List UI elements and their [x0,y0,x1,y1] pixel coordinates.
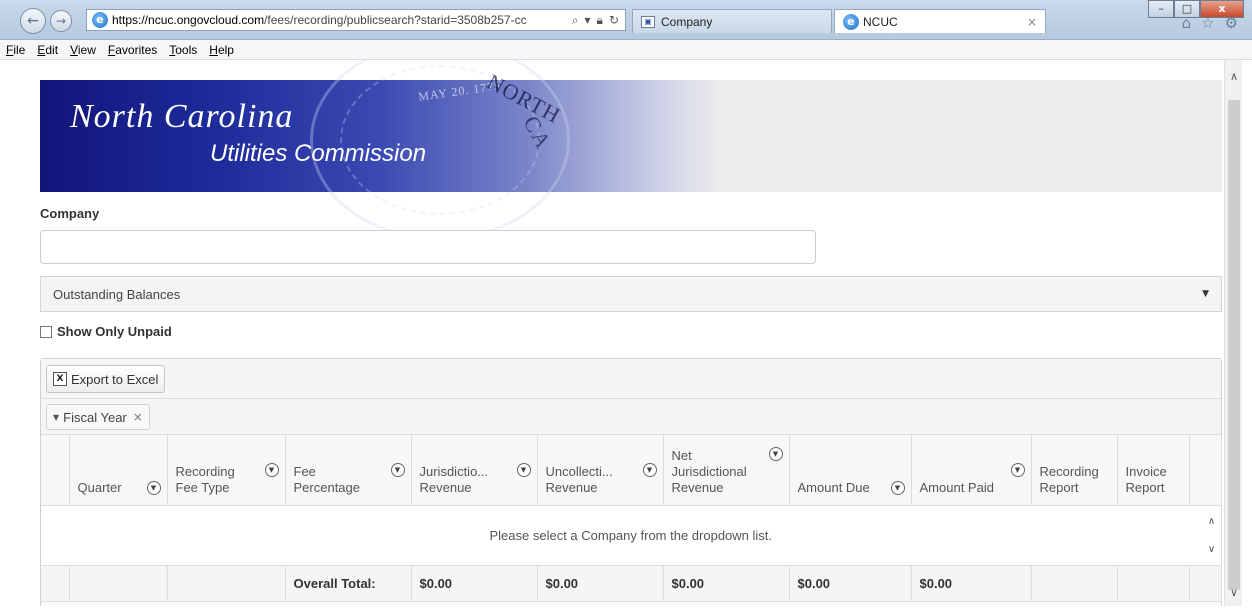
footer-row: Overall Total: $0.00 $0.00 $0.00 $0.00 $… [41,565,1222,602]
column-header-recording-report[interactable]: Recording Report [1031,435,1118,506]
filter-icon[interactable]: ▼ [768,447,783,461]
show-only-unpaid-label[interactable]: Show Only Unpaid [57,324,172,339]
refresh-icon[interactable]: ↻ [609,13,619,28]
forward-button[interactable]: → [50,10,72,32]
state-name-logo: North Carolina [70,98,294,135]
group-chip-fiscal-year[interactable]: ▼ Fiscal Year × [46,404,150,430]
footer-cell [1189,565,1222,602]
header-banner: MAY 20. 1775 NORTH CA North Carolina Uti… [40,60,1222,240]
scroll-up-icon[interactable]: ∧ [1225,68,1242,86]
column-header-fee-percentage[interactable]: Fee Percentage ▼ [285,435,412,506]
report-type-selected: Outstanding Balances [53,286,181,302]
footer-uncollectible-revenue: $0.00 [537,565,664,602]
favorites-star-icon[interactable]: ☆ [1201,14,1214,32]
column-header-jurisdictional-revenue[interactable]: Jurisdictio... Revenue ▼ [411,435,538,506]
group-indent-header [41,435,70,506]
ie-icon: e [843,13,859,30]
column-header-quarter[interactable]: Quarter ▼ [69,435,168,506]
scroll-down-icon[interactable]: ∨ [1203,544,1221,555]
banner-art: MAY 20. 1775 NORTH CA North Carolina Uti… [40,60,720,240]
filter-icon[interactable]: ▼ [390,463,405,477]
filter-icon[interactable]: ▼ [264,463,279,477]
menu-view[interactable]: View [70,43,96,57]
remove-group-icon[interactable]: × [133,410,143,424]
footer-cell [167,565,286,602]
column-header-net-jurisdictional-revenue[interactable]: Net Jurisdictional Revenue ▼ [663,435,790,506]
menu-favorites[interactable]: Favorites [108,43,157,57]
menu-bar: File Edit View Favorites Tools Help [0,40,1252,60]
empty-message-cell: Please select a Company from the dropdow… [41,505,1222,566]
browser-titlebar: ← → e https://ncuc.ongovcloud.com/fees/r… [0,0,1252,40]
company-label: Company [40,206,100,221]
tab-label: NCUC [863,14,898,29]
grid-toolbar: X Export to Excel [41,359,1221,399]
scroll-up-icon[interactable]: ∧ [1203,516,1221,527]
gear-icon[interactable]: ⚙ [1225,14,1238,32]
minimize-button[interactable]: – [1148,0,1174,18]
lock-icon[interactable]: 🔒︎ [597,13,603,28]
empty-message: Please select a Company from the dropdow… [489,527,773,543]
footer-cell [1031,565,1118,602]
report-type-select[interactable]: Outstanding Balances ▼ [40,276,1222,312]
commission-name-logo: Utilities Commission [210,140,427,167]
scrollbar-thumb[interactable] [1228,100,1240,590]
menu-tools[interactable]: Tools [169,43,197,57]
balances-grid: X Export to Excel ▼ Fiscal Year × Quarte… [40,358,1222,606]
scroll-gutter-header [1189,435,1222,506]
sort-descending-icon[interactable]: ▼ [53,413,59,422]
header-row: Quarter ▼ Recording Fee Type ▼ Fee Perce… [41,435,1222,506]
column-header-amount-paid[interactable]: Amount Paid ▼ [911,435,1032,506]
column-header-recording-fee-type[interactable]: Recording Fee Type ▼ [167,435,286,506]
chevron-down-icon: ▼ [1202,289,1209,299]
page-icon: ▣ [641,15,655,28]
tab-ncuc[interactable]: e NCUC × [834,9,1046,33]
show-only-unpaid: Show Only Unpaid [40,324,172,339]
footer-cell [69,565,168,602]
footer-cell [41,565,70,602]
footer-cell [1117,565,1190,602]
column-header-amount-due[interactable]: Amount Due ▼ [789,435,912,506]
group-bar: ▼ Fiscal Year × [41,399,1221,435]
url-text[interactable]: https://ncuc.ongovcloud.com/fees/recordi… [112,13,566,27]
ie-icon: e [92,12,108,28]
filter-icon[interactable]: ▼ [1010,463,1025,477]
filter-icon[interactable]: ▼ [642,463,657,477]
empty-row: Please select a Company from the dropdow… [41,505,1222,566]
column-header-invoice-report[interactable]: Invoice Report [1117,435,1190,506]
footer-net-jurisdictional-revenue: $0.00 [663,565,790,602]
filter-icon[interactable]: ▼ [146,480,161,495]
menu-edit[interactable]: Edit [37,43,58,57]
menu-help[interactable]: Help [209,43,234,57]
menu-file[interactable]: File [6,43,25,57]
group-chip-label: Fiscal Year [63,409,127,425]
footer-amount-due: $0.00 [789,565,912,602]
company-input[interactable] [40,230,816,264]
back-button[interactable]: ← [20,8,46,34]
close-tab-icon[interactable]: × [1027,15,1037,29]
export-excel-button[interactable]: X Export to Excel [46,365,166,393]
grid-table: Quarter ▼ Recording Fee Type ▼ Fee Perce… [41,435,1222,602]
home-icon[interactable]: ⌂ [1182,14,1192,32]
scroll-down-icon[interactable]: ∨ [1225,584,1242,602]
column-header-uncollectible-revenue[interactable]: Uncollecti... Revenue ▼ [537,435,664,506]
page-viewport: MAY 20. 1775 NORTH CA North Carolina Uti… [10,60,1242,606]
footer-amount-paid: $0.00 [911,565,1032,602]
excel-icon: X [53,372,67,386]
footer-jurisdictional-revenue: $0.00 [411,565,538,602]
show-only-unpaid-checkbox[interactable] [40,325,52,338]
tab-company[interactable]: ▣ Company [632,9,832,33]
export-excel-label: Export to Excel [71,371,159,387]
filter-icon[interactable]: ▼ [516,463,531,477]
address-bar[interactable]: e https://ncuc.ongovcloud.com/fees/recor… [86,9,626,31]
dropdown-arrow-icon[interactable]: ▾ [585,13,591,28]
search-icon[interactable]: ⌕ [572,13,579,28]
page-scrollbar[interactable]: ∧ ∨ [1224,60,1242,606]
tab-label: Company [661,14,713,29]
filter-icon[interactable]: ▼ [890,480,905,495]
footer-total-label: Overall Total: [285,565,412,602]
